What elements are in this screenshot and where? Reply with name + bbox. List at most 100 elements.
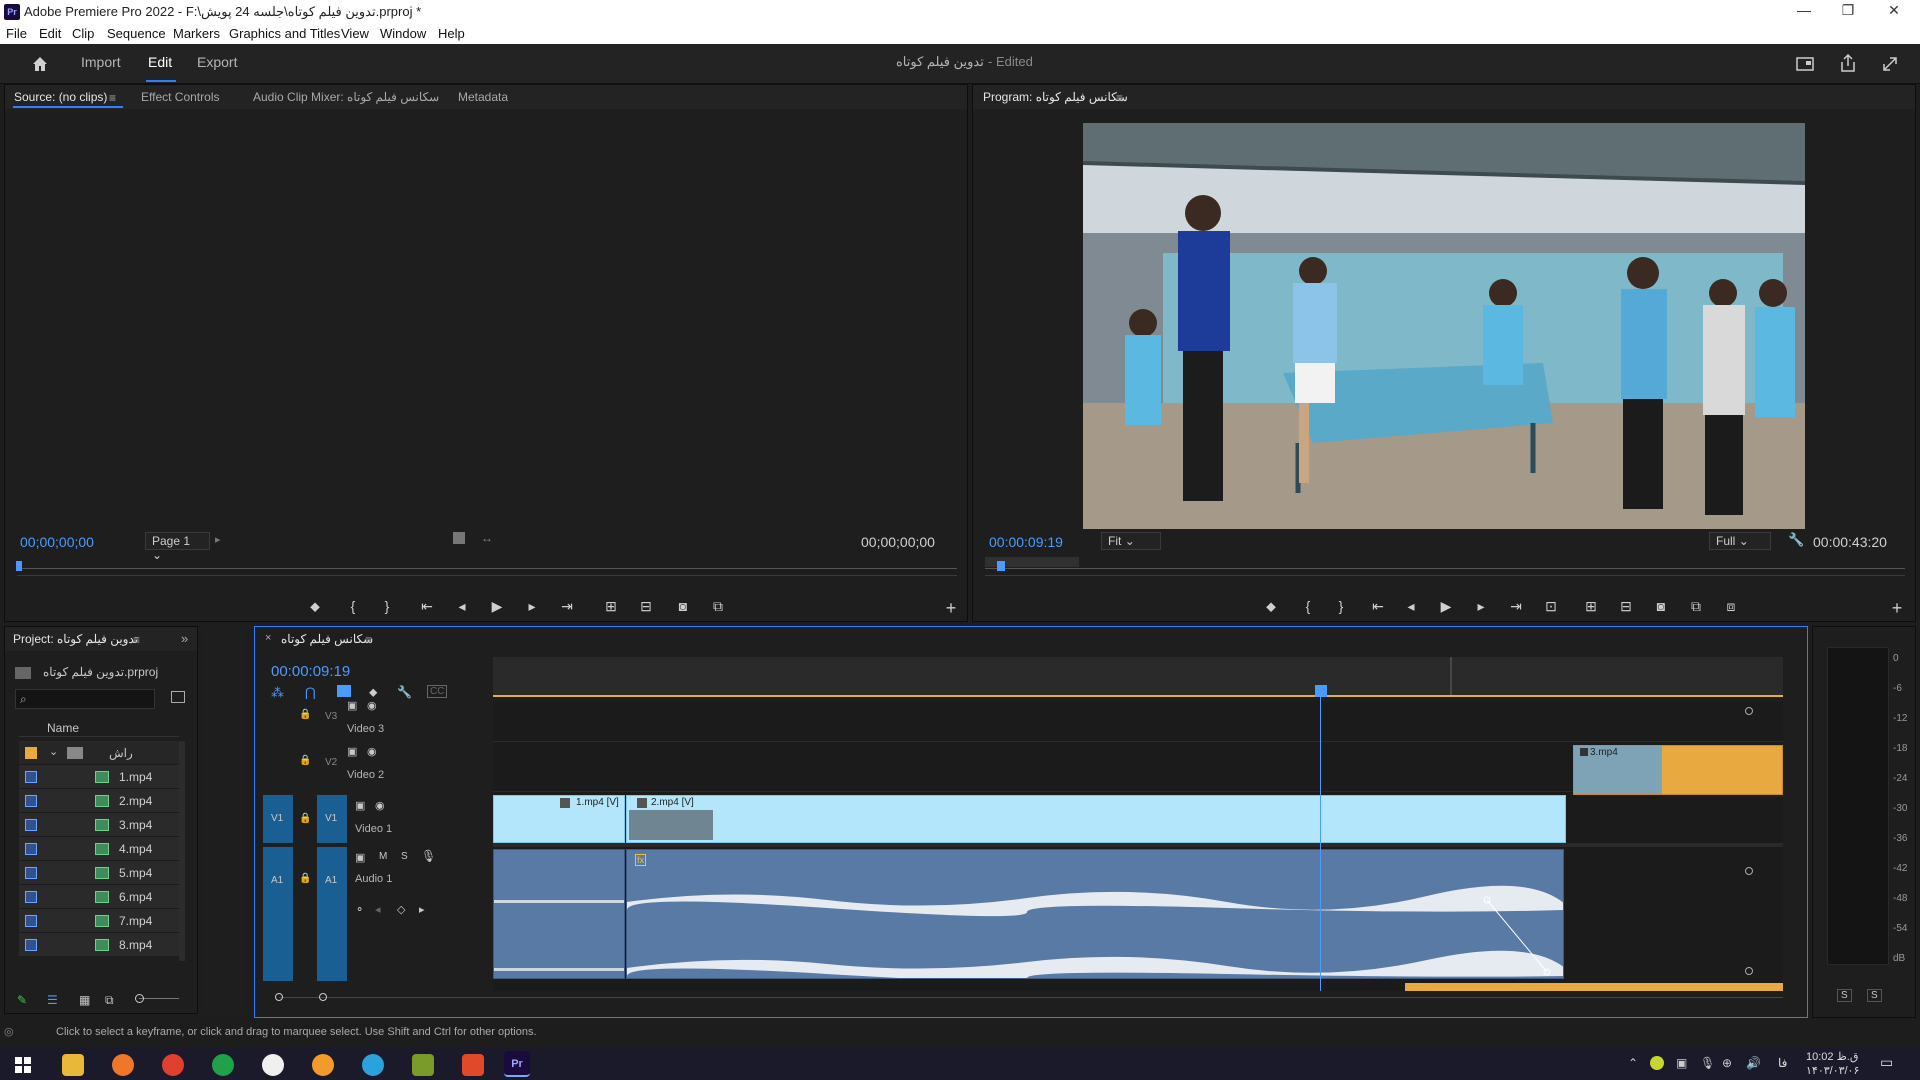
app-icon[interactable] bbox=[262, 1054, 284, 1076]
menu-sequence[interactable]: Sequence bbox=[107, 26, 166, 41]
menu-clip[interactable]: Clip bbox=[72, 26, 94, 41]
toggle-sync-icon[interactable]: ▣ bbox=[347, 699, 357, 712]
windows-start-icon[interactable] bbox=[12, 1054, 34, 1076]
source-timecode[interactable]: 00;00;00;00 bbox=[20, 534, 94, 550]
list-item[interactable]: 8.mp4 bbox=[19, 933, 179, 957]
program-export-frame-icon[interactable]: ◙ bbox=[1651, 598, 1671, 614]
mark-out-icon[interactable]: } bbox=[377, 598, 397, 614]
list-item[interactable]: 1.mp4 bbox=[19, 765, 179, 789]
keyframe-volume-icon[interactable]: ⚬ bbox=[355, 903, 364, 916]
zoom-select[interactable]: Fit ⌄ bbox=[1101, 532, 1161, 550]
safe-margins-icon[interactable] bbox=[453, 532, 465, 544]
source-playhead[interactable] bbox=[16, 561, 22, 571]
fullscreen-icon[interactable] bbox=[1880, 54, 1900, 74]
program-time-ruler[interactable] bbox=[985, 563, 1905, 569]
restore-button[interactable]: ❐ bbox=[1828, 2, 1868, 19]
captions-icon[interactable]: CC bbox=[427, 685, 448, 698]
multicam-icon[interactable]: ⧉ bbox=[1686, 598, 1706, 615]
project-scrollbar[interactable] bbox=[179, 741, 185, 961]
toggle-sync-icon[interactable]: ▣ bbox=[347, 745, 357, 758]
telegram-icon[interactable] bbox=[362, 1054, 384, 1076]
track-height-handle[interactable] bbox=[1745, 867, 1753, 875]
language-indicator[interactable]: فا bbox=[1778, 1056, 1787, 1070]
menu-window[interactable]: Window bbox=[380, 26, 426, 41]
source-zoom-bar[interactable] bbox=[17, 575, 957, 576]
edge-icon[interactable] bbox=[212, 1054, 234, 1076]
app-icon[interactable] bbox=[312, 1054, 334, 1076]
new-bin-from-search-icon[interactable] bbox=[171, 691, 185, 703]
clock-time[interactable]: 10:02 ق.ظ bbox=[1806, 1050, 1858, 1063]
go-to-out-icon[interactable]: ⇥ bbox=[557, 598, 577, 615]
eye-icon[interactable]: ◉ bbox=[375, 799, 385, 812]
track-target-a1[interactable]: A1 bbox=[317, 847, 347, 981]
list-item[interactable]: 2.mp4 bbox=[19, 789, 179, 813]
menu-markers[interactable]: Markers bbox=[173, 26, 220, 41]
home-icon[interactable] bbox=[30, 54, 50, 74]
wrench-icon[interactable]: 🔧 bbox=[1788, 532, 1804, 548]
program-step-forward-icon[interactable]: ▸ bbox=[1471, 598, 1491, 615]
list-item[interactable]: 4.mp4 bbox=[19, 837, 179, 861]
play-icon[interactable]: ▶ bbox=[487, 598, 507, 615]
eye-icon[interactable]: ◉ bbox=[367, 745, 377, 758]
tab-audio-clip-mixer[interactable]: Audio Clip Mixer: سکانس فیلم کوتاه bbox=[253, 90, 439, 104]
folder-row[interactable]: ⌄ راش bbox=[19, 741, 179, 765]
icon-view-icon[interactable]: ▦ bbox=[79, 993, 90, 1007]
track-id-v2[interactable]: V2 bbox=[325, 757, 337, 768]
video-clip-2[interactable]: 2.mp4 [V] bbox=[626, 795, 1566, 843]
menu-help[interactable]: Help bbox=[438, 26, 465, 41]
overwrite-icon[interactable]: ⊟ bbox=[636, 598, 656, 615]
list-item[interactable]: 5.mp4 bbox=[19, 861, 179, 885]
project-column-header[interactable]: Name bbox=[19, 719, 179, 737]
program-mark-in-icon[interactable]: { bbox=[1298, 598, 1318, 614]
program-play-icon[interactable]: ▶ bbox=[1436, 598, 1456, 615]
notifications-icon[interactable]: ▭ bbox=[1880, 1054, 1893, 1071]
scroll-right-handle[interactable] bbox=[319, 993, 327, 1001]
quick-export-icon[interactable] bbox=[1795, 54, 1815, 74]
toggle-sync-icon[interactable]: ▣ bbox=[355, 851, 365, 864]
project-menu-icon[interactable]: ≡ bbox=[133, 633, 140, 647]
lock-icon[interactable]: 🔒 bbox=[299, 709, 311, 720]
program-menu-icon[interactable]: ≡ bbox=[1116, 91, 1123, 105]
menu-edit[interactable]: Edit bbox=[39, 26, 61, 41]
menu-graphics-and-titles[interactable]: Graphics and Titles bbox=[229, 26, 340, 41]
next-keyframe-icon[interactable]: ▸ bbox=[419, 903, 425, 916]
track-target-v1[interactable]: V1 bbox=[317, 795, 347, 843]
add-marker-icon[interactable]: ⬥ bbox=[305, 598, 325, 615]
track-id-v3[interactable]: V3 bbox=[325, 711, 337, 722]
source-patch-a1[interactable]: A1 bbox=[263, 847, 293, 981]
video-clip-1[interactable]: 1.mp4 [V] bbox=[493, 795, 625, 843]
track-height-handle[interactable] bbox=[1745, 967, 1753, 975]
expand-panels-icon[interactable]: » bbox=[181, 631, 188, 646]
export-frame-icon[interactable]: ◙ bbox=[673, 598, 693, 614]
share-icon[interactable] bbox=[1838, 52, 1858, 74]
toggle-sync-icon[interactable]: ▣ bbox=[355, 799, 365, 812]
drop-frame-icon[interactable]: ↔ bbox=[481, 531, 493, 545]
track-height-handle[interactable] bbox=[1745, 707, 1753, 715]
solo-right-button[interactable]: S bbox=[1867, 989, 1882, 1002]
go-to-in-icon[interactable]: ⇤ bbox=[417, 598, 437, 615]
add-button-icon[interactable]: + bbox=[941, 598, 961, 619]
vr-video-icon[interactable]: ⧈ bbox=[1721, 598, 1741, 615]
freeform-view-icon[interactable]: ⧉ bbox=[105, 993, 114, 1008]
tray-chevron-icon[interactable]: ⌃ bbox=[1628, 1056, 1638, 1070]
tab-source[interactable]: Source: (no clips) bbox=[14, 90, 107, 104]
tab-metadata[interactable]: Metadata bbox=[458, 90, 508, 104]
source-time-ruler[interactable] bbox=[17, 563, 957, 569]
scroll-left-handle[interactable] bbox=[275, 993, 283, 1001]
program-go-to-in-icon[interactable]: ⇤ bbox=[1368, 598, 1388, 615]
minimize-button[interactable]: — bbox=[1784, 2, 1824, 18]
extract-icon[interactable]: ⊟ bbox=[1616, 598, 1636, 615]
mute-button[interactable]: M bbox=[379, 851, 387, 862]
solo-left-button[interactable]: S bbox=[1837, 989, 1852, 1002]
list-item[interactable]: 6.mp4 bbox=[19, 885, 179, 909]
audio-clip-2[interactable]: fx bbox=[626, 849, 1564, 979]
pencil-icon[interactable]: ✎ bbox=[17, 993, 27, 1007]
program-add-button-icon[interactable]: + bbox=[1887, 598, 1907, 619]
search-app-icon[interactable] bbox=[112, 1054, 134, 1076]
timeline-marker-icon[interactable]: ⬥ bbox=[369, 685, 377, 700]
video-audio-divider[interactable] bbox=[493, 843, 1783, 847]
menu-file[interactable]: File bbox=[6, 26, 27, 41]
tray-app-icon[interactable] bbox=[1650, 1056, 1664, 1070]
zoom-slider-handle[interactable] bbox=[135, 994, 144, 1003]
chrome-icon[interactable] bbox=[162, 1054, 184, 1076]
